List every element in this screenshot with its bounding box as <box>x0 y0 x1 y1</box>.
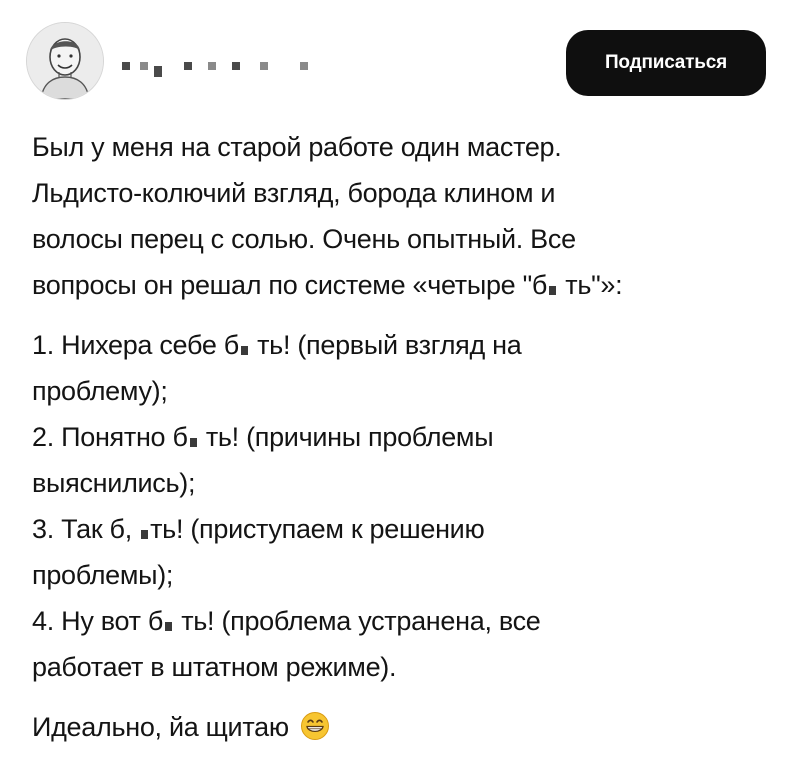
list-item-1-start: 1. Нихера себе б <box>32 330 239 360</box>
censor-mark <box>141 530 149 539</box>
post-body: Был у меня на старой работе один мастер.… <box>32 124 772 750</box>
censor-mark <box>240 346 248 355</box>
list-item-2-end: ть! (причины проблемы <box>198 422 494 452</box>
redaction-mark <box>300 62 308 70</box>
redaction-mark <box>232 62 240 70</box>
list-item-1-end: ть! (первый взгляд на <box>249 330 522 360</box>
redaction-mark <box>208 62 216 70</box>
grinning-face-emoji-icon <box>300 712 329 740</box>
list-item-2-continuation: выяснились); <box>32 468 196 498</box>
list-item-3-start: 3. Так б, <box>32 514 132 544</box>
list-item-3-continuation: проблемы); <box>32 560 174 590</box>
closing-paragraph: Идеально, йа щитаю <box>32 704 772 750</box>
intro-paragraph: Был у меня на старой работе один мастер.… <box>32 124 772 308</box>
list-paragraph: 1. Нихера себе б ть! (первый взгляд на п… <box>32 322 772 690</box>
redaction-mark <box>154 66 162 77</box>
text-line: Был у меня на старой работе один мастер. <box>32 132 562 162</box>
redaction-mark <box>260 62 268 70</box>
text-line: волосы перец с солью. Очень опытный. Все <box>32 224 576 254</box>
redaction-mark <box>140 62 148 70</box>
text-line: Льдисто-колючий взгляд, борода клином и <box>32 178 556 208</box>
censor-mark <box>189 438 197 447</box>
censor-mark <box>549 286 557 295</box>
list-item-4-start: 4. Ну вот б <box>32 606 164 636</box>
author-avatar[interactable] <box>26 22 104 100</box>
post-header: Подписаться <box>0 0 800 110</box>
list-item-4-end: ть! (проблема устранена, все <box>174 606 541 636</box>
list-item-4-continuation: работает в штатном режиме). <box>32 652 397 682</box>
list-item-3-end: ть! (приступаем к решению <box>150 514 485 544</box>
censor-mark <box>165 622 173 631</box>
closing-text: Идеально, йа щитаю <box>32 712 289 742</box>
text-line: вопросы он решал по системе «четыре "б <box>32 270 548 300</box>
author-name-redacted[interactable] <box>122 52 362 82</box>
redaction-mark <box>184 62 192 70</box>
list-item-1-continuation: проблему); <box>32 376 168 406</box>
text-line: ть"»: <box>565 270 623 300</box>
subscribe-button[interactable]: Подписаться <box>566 30 766 96</box>
redaction-mark <box>122 62 130 70</box>
person-icon <box>27 23 103 99</box>
list-item-2-start: 2. Понятно б <box>32 422 188 452</box>
